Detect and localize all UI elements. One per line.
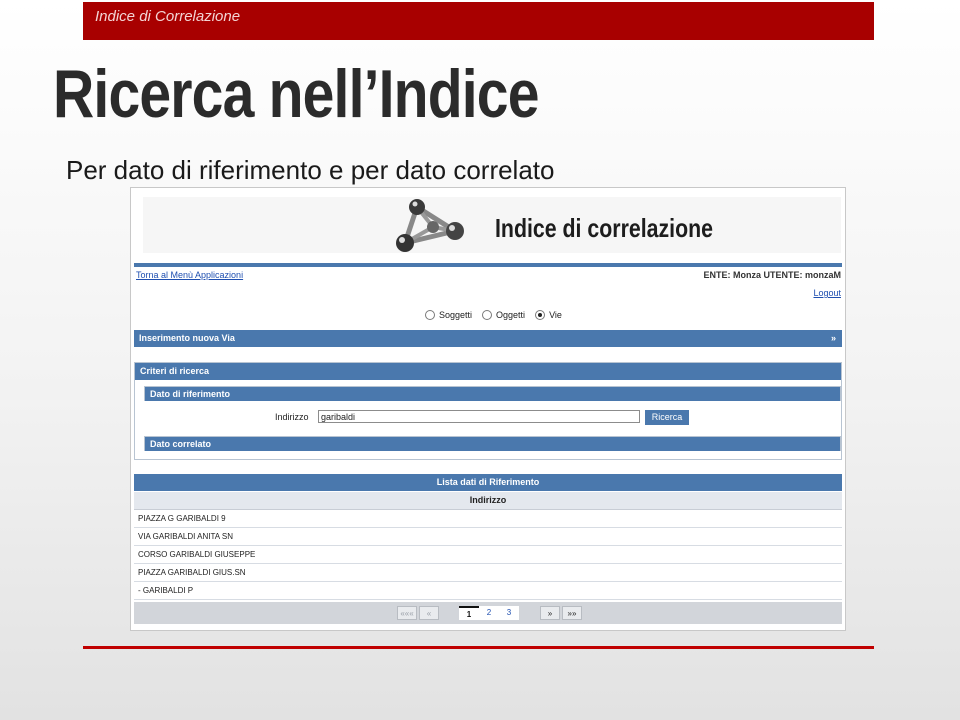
radio-label: Oggetti xyxy=(496,310,526,320)
footer-rule xyxy=(83,646,874,649)
radio-button[interactable] xyxy=(482,310,493,320)
reference-list-header: Lista dati di Riferimento xyxy=(134,474,842,491)
criteria-header: Criteri di ricerca xyxy=(135,363,841,380)
insert-new-street-bar[interactable]: Inserimento nuova Via » xyxy=(134,330,842,347)
app-banner-title: Indice di correlazione xyxy=(495,213,714,243)
address-label: Indirizzo xyxy=(275,412,309,422)
app-screenshot: Indice di correlazione Torna al Menù App… xyxy=(130,187,846,631)
radio-button[interactable] xyxy=(425,310,435,320)
app-banner: Indice di correlazione xyxy=(143,197,841,253)
correlated-section: Dato correlato xyxy=(144,436,841,451)
next-page-button[interactable]: » xyxy=(540,606,560,620)
address-input[interactable] xyxy=(318,410,640,423)
molecule-logo-icon xyxy=(396,199,464,252)
radio-label: Vie xyxy=(549,310,562,320)
radio-oggetti[interactable]: Oggetti xyxy=(482,310,525,320)
header-label: Indice di Correlazione xyxy=(95,8,241,25)
radio-label: Soggetti xyxy=(439,310,473,320)
insert-new-street-label: Inserimento nuova Via xyxy=(139,333,235,343)
column-header-address[interactable]: Indirizzo xyxy=(134,492,842,510)
table-row[interactable]: CORSO GARIBALDI GIUSEPPE xyxy=(134,546,842,564)
header-bar: Indice di Correlazione xyxy=(83,2,874,40)
page-2-button[interactable]: 2 xyxy=(479,606,499,620)
last-page-button[interactable]: »» xyxy=(562,606,582,620)
user-info: ENTE: Monza UTENTE: monzaM xyxy=(703,270,842,280)
table-row[interactable]: VIA GARIBALDI ANITA SN xyxy=(134,528,842,546)
prev-page-button[interactable]: « xyxy=(419,606,439,620)
radio-vie[interactable]: Vie xyxy=(535,310,562,320)
logout-link[interactable]: Logout xyxy=(813,288,841,298)
table-row[interactable]: PIAZZA G GARIBALDI 9 xyxy=(134,510,842,528)
page-3-button[interactable]: 3 xyxy=(499,606,519,620)
type-radio-group: Soggetti Oggetti Vie xyxy=(425,310,568,320)
radio-button[interactable] xyxy=(535,310,546,320)
table-row[interactable]: - GARIBALDI P xyxy=(134,582,842,600)
search-button[interactable]: Ricerca xyxy=(645,410,689,425)
page-1-button[interactable]: 1 xyxy=(459,606,479,620)
pagination: ««« « 1 2 3 » »» xyxy=(134,602,842,624)
first-page-button[interactable]: ««« xyxy=(397,606,417,620)
results-list: PIAZZA G GARIBALDI 9 VIA GARIBALDI ANITA… xyxy=(134,510,842,600)
reference-header: Dato di riferimento xyxy=(145,387,840,401)
radio-soggetti[interactable]: Soggetti xyxy=(425,310,472,320)
correlated-header: Dato correlato xyxy=(145,437,840,451)
expand-arrow-icon[interactable]: » xyxy=(831,330,836,346)
table-row[interactable]: PIAZZA GARIBALDI GIUS.SN xyxy=(134,564,842,582)
divider xyxy=(134,263,842,267)
reference-section: Dato di riferimento xyxy=(144,386,841,401)
slide-title: Ricerca nell’Indice xyxy=(53,56,540,132)
slide-subtitle: Per dato di riferimento e per dato corre… xyxy=(66,155,555,185)
back-to-menu-link[interactable]: Torna al Menù Applicazioni xyxy=(136,270,243,280)
